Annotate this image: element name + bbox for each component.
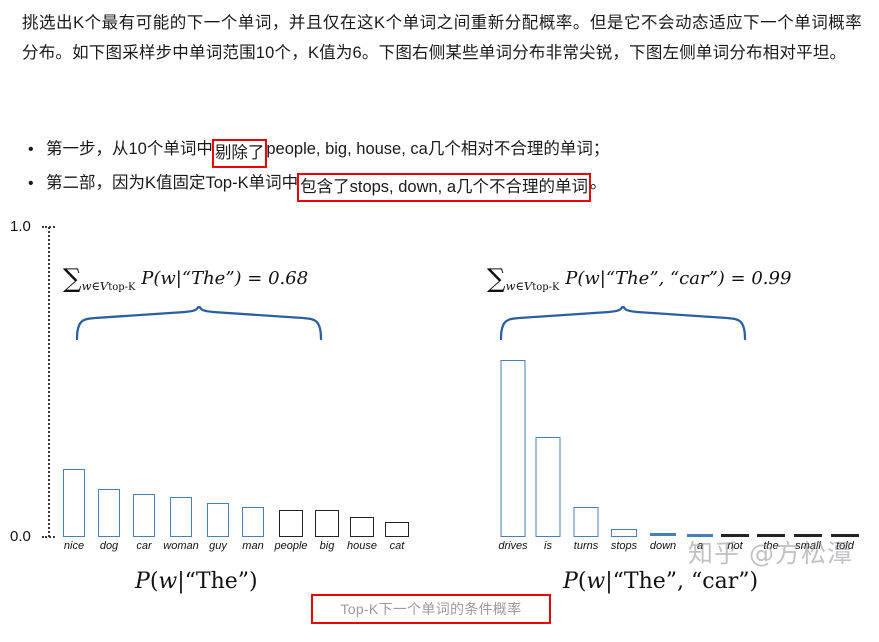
bullet-item-1: • 第一步，从10个单词中 剔除了 people, big, house, ca几个相… (22, 134, 862, 168)
y-axis-line (48, 227, 50, 537)
bar-the (757, 534, 785, 537)
bar-cat (385, 522, 409, 537)
bar-woman (170, 497, 192, 537)
left-bar-group: nice dog car woman guy man people big ho… (55, 357, 409, 552)
bullet-item-2: • 第二部，因为K值固定Top-K单词中 包含了stops, down, a几个不合… (22, 168, 862, 202)
bar-nice (63, 469, 85, 537)
left-topk-brace (73, 303, 325, 345)
bar-label-small: small (795, 540, 821, 552)
right-sigma-symbol: ∑ (487, 264, 506, 294)
bar-guy (207, 503, 229, 537)
bullet-1-highlight-box: 剔除了 (211, 139, 268, 168)
topk-figure: 1.0 0.0 ∑w∈Vtop-K P(w|“The”) = 0.68 nice… (0, 214, 879, 642)
bar-drives (500, 360, 526, 537)
bar-label-man: man (242, 540, 264, 552)
bullet-marker: • (28, 141, 34, 158)
bar-label-car: car (136, 540, 152, 552)
y-axis-tick-bottom (42, 536, 55, 538)
left-sigma-symbol: ∑ (63, 264, 82, 294)
right-x-axis-title: P(w|“The”, “car”) (563, 569, 759, 594)
right-bar-group: drives is turns stops down a not the sma… (475, 357, 875, 552)
right-sum-annotation: ∑w∈Vtop-K P(w|“The”, “car”) = 0.99 (487, 264, 791, 294)
bar-label-guy: guy (209, 540, 227, 552)
right-sigma-subscript-small: top-K (532, 282, 560, 293)
bar-label-house: house (347, 540, 377, 552)
bar-label-people: people (274, 540, 308, 552)
bar-turns (573, 507, 599, 537)
left-sum-annotation: ∑w∈Vtop-K P(w|“The”) = 0.68 (63, 264, 308, 294)
bullet-2-post-text: 。 (590, 174, 607, 192)
bar-label-nice: nice (63, 540, 85, 552)
bar-label-the: the (763, 540, 779, 552)
y-axis-label-bottom: 0.0 (10, 528, 31, 545)
bullet-1-pre-text: 第一步，从10个单词中 (46, 140, 213, 158)
right-sigma-subscript: w∈V (505, 279, 533, 293)
figure-caption-text: Top-K下一个单词的条件概率 (340, 601, 522, 617)
bar-not (721, 534, 749, 537)
bar-label-woman: woman (163, 540, 199, 552)
bar-label-cat: cat (389, 540, 405, 552)
bar-stops (611, 529, 637, 537)
bar-car (133, 494, 155, 537)
bullet-1-post-text: people, big, house, ca几个相对不合理的单词； (266, 140, 610, 158)
article-text-block: 挑选出K个最有可能的下一个单词，并且仅在这K个单词之间重新分配概率。但是它不会动… (22, 8, 862, 68)
bar-label-turns: turns (573, 540, 599, 552)
bar-label-down: down (649, 540, 677, 552)
left-x-axis-title: P(w|“The”) (135, 569, 258, 594)
bullet-2-pre-text: 第二部，因为K值固定Top-K单词中 (46, 174, 299, 192)
right-sum-expression: P(w|“The”, “car”) = 0.99 (565, 268, 792, 289)
figure-caption-box: Top-K下一个单词的条件概率 (311, 594, 551, 624)
bar-small (794, 534, 822, 537)
bar-label-not: not (727, 540, 743, 552)
chart-panel-left: ∑w∈Vtop-K P(w|“The”) = 0.68 nice dog car (55, 214, 409, 642)
bar-a (687, 534, 713, 537)
left-sigma-subscript: w∈V (81, 279, 109, 293)
bar-dog (98, 489, 120, 537)
intro-paragraph: 挑选出K个最有可能的下一个单词，并且仅在这K个单词之间重新分配概率。但是它不会动… (22, 14, 862, 62)
chart-panel-right: ∑w∈Vtop-K P(w|“The”, “car”) = 0.99 drive… (475, 214, 875, 642)
right-topk-brace (497, 303, 749, 345)
bar-label-is: is (544, 540, 552, 552)
bar-big (315, 510, 339, 537)
bullet-marker: • (28, 175, 34, 192)
bar-label-dog: dog (99, 540, 119, 552)
y-axis-tick-top (42, 226, 55, 228)
y-axis-label-top: 1.0 (10, 218, 31, 235)
bar-down (650, 533, 676, 537)
bar-is (535, 437, 561, 537)
bar-label-drives: drives (498, 540, 528, 552)
bar-told (831, 534, 859, 537)
bar-label-told: told (836, 540, 854, 552)
left-sum-expression: P(w|“The”) = 0.68 (141, 268, 309, 289)
left-sigma-subscript-small: top-K (108, 282, 136, 293)
bar-label-stops: stops (610, 540, 638, 552)
bar-house (350, 517, 374, 537)
bar-man (242, 507, 264, 537)
bullet-2-highlight-box: 包含了stops, down, a几个不合理的单词 (297, 173, 592, 202)
bar-people (279, 510, 303, 537)
bullet-list: • 第一步，从10个单词中 剔除了 people, big, house, ca几个相… (22, 134, 862, 202)
bar-label-a: a (696, 540, 704, 552)
bar-label-big: big (319, 540, 335, 552)
